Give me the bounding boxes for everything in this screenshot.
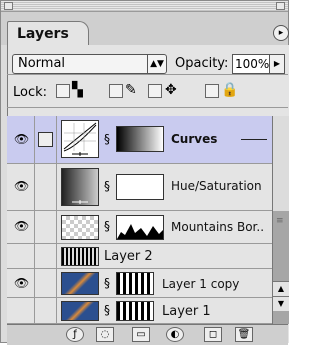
scroll-thumb[interactable]: [273, 116, 289, 211]
mask-icon[interactable]: ◌: [96, 327, 114, 342]
layer-name: Hue/Saturation: [171, 179, 262, 193]
scroll-up-button[interactable]: ▲: [273, 281, 289, 296]
layer-style-icon[interactable]: ƒ: [66, 327, 84, 342]
link-toggle[interactable]: [34, 298, 57, 323]
tab-layers[interactable]: Layers: [7, 21, 89, 48]
hue-saturation-thumbnail: [61, 168, 99, 206]
hue-saturation-icon: [72, 200, 88, 204]
link-toggle[interactable]: [34, 116, 57, 163]
tab-row: Layers ▸: [1, 12, 289, 48]
visibility-toggle[interactable]: 👁: [7, 269, 35, 297]
mountain-mask-thumbnail: [116, 215, 164, 240]
adjustment-layer-icon[interactable]: ◐: [166, 327, 184, 342]
chain-link-icon: §: [104, 219, 110, 233]
close-box-icon[interactable]: [4, 2, 13, 10]
layer-row-layer-1-copy[interactable]: 👁 § Layer 1 copy: [7, 269, 272, 298]
curves-adjustment-thumbnail: [61, 120, 99, 158]
chain-link-icon: §: [104, 179, 110, 193]
visibility-toggle[interactable]: 👁: [7, 116, 35, 163]
opacity-slider-arrow[interactable]: ▶: [269, 54, 285, 74]
curves-graph-icon: [63, 122, 97, 156]
eye-icon: 👁: [14, 132, 30, 146]
layer-list: 👁 § Curves 👁 § Hue/Saturation 👁 § Mounta…: [7, 116, 272, 324]
select-arrows-icon: ▲▼: [147, 55, 166, 73]
visibility-toggle[interactable]: 👁: [7, 211, 35, 243]
transparent-layer-thumbnail: [61, 215, 99, 240]
eye-icon: 👁: [14, 179, 30, 193]
move-icon: ✥: [165, 82, 177, 98]
visibility-toggle[interactable]: 👁: [7, 164, 35, 210]
transparency-icon: ▚: [72, 82, 83, 98]
panel-menu-button[interactable]: ▸: [273, 25, 289, 41]
gradient-mask-thumbnail: [116, 126, 164, 152]
link-toggle[interactable]: [34, 164, 57, 210]
new-set-icon[interactable]: ▭: [132, 327, 150, 342]
link-toggle[interactable]: [34, 211, 57, 243]
trash-icon[interactable]: 🗑: [235, 327, 253, 342]
opacity-input[interactable]: 100%: [232, 54, 270, 74]
grip-icon: ≡: [276, 216, 284, 226]
new-layer-icon[interactable]: ◻: [204, 327, 222, 342]
layer-name: Layer 1: [162, 304, 211, 319]
layer-mask-thumbnail: [116, 174, 164, 200]
layer-mask-thumbnail: [116, 301, 154, 321]
divider: [7, 107, 288, 108]
brush-mask-icon: [38, 132, 53, 147]
tab-layers-label: Layers: [17, 26, 69, 42]
chain-link-icon: §: [104, 303, 110, 317]
pointer-line: [241, 139, 267, 140]
lock-image-checkbox[interactable]: [109, 84, 123, 98]
layer-name: Curves: [171, 132, 218, 146]
link-toggle[interactable]: [34, 244, 57, 268]
link-toggle[interactable]: [34, 269, 57, 297]
palette-title-bar[interactable]: [1, 1, 288, 12]
layer-mask-thumbnail: [116, 272, 154, 295]
layer-row-mountains[interactable]: 👁 § Mountains Bor..: [7, 211, 272, 244]
layer-name: Layer 2: [104, 249, 153, 264]
layers-footer: ƒ ◌ ▭ ◐ ◻ 🗑: [7, 324, 288, 345]
lock-position-checkbox[interactable]: [148, 84, 162, 98]
vertical-scrollbar[interactable]: ≡ ▲ ▼: [272, 116, 289, 324]
layer-name: Layer 1 copy: [162, 277, 240, 291]
layer-row-curves[interactable]: 👁 § Curves: [7, 116, 272, 164]
visibility-toggle[interactable]: [7, 244, 35, 268]
photo-thumbnail: [61, 272, 99, 295]
layer-2-thumbnail: [61, 247, 99, 266]
layer-row-layer-1[interactable]: § Layer 1: [7, 298, 272, 324]
layer-name: Mountains Bor..: [171, 220, 265, 234]
mountain-silhouette-icon: [117, 224, 163, 239]
blend-mode-select[interactable]: Normal ▲▼: [12, 54, 167, 74]
layers-panel: Layers ▸ Normal ▲▼ Opacity: 100% ▶ Lock:…: [0, 0, 289, 345]
lock-transparency-checkbox[interactable]: [56, 84, 70, 98]
scroll-down-button[interactable]: ▼: [273, 296, 289, 311]
brush-icon: ✎: [125, 82, 137, 98]
layer-row-hue-saturation[interactable]: 👁 § Hue/Saturation: [7, 164, 272, 211]
eye-icon: 👁: [14, 276, 30, 290]
photo-thumbnail: [61, 301, 99, 321]
chain-link-icon: §: [104, 132, 110, 146]
opacity-label: Opacity:: [175, 56, 229, 71]
lock-all-checkbox[interactable]: [205, 84, 219, 98]
visibility-toggle[interactable]: [7, 298, 35, 323]
blend-mode-value: Normal: [18, 56, 66, 71]
eye-icon: 👁: [14, 219, 30, 233]
divider: [7, 74, 288, 75]
chain-link-icon: §: [104, 276, 110, 290]
lock-label: Lock:: [13, 85, 48, 100]
lock-icon: 🔒: [221, 82, 239, 98]
layer-row-layer-2[interactable]: Layer 2: [7, 244, 272, 269]
collapse-box-icon[interactable]: [276, 2, 285, 10]
